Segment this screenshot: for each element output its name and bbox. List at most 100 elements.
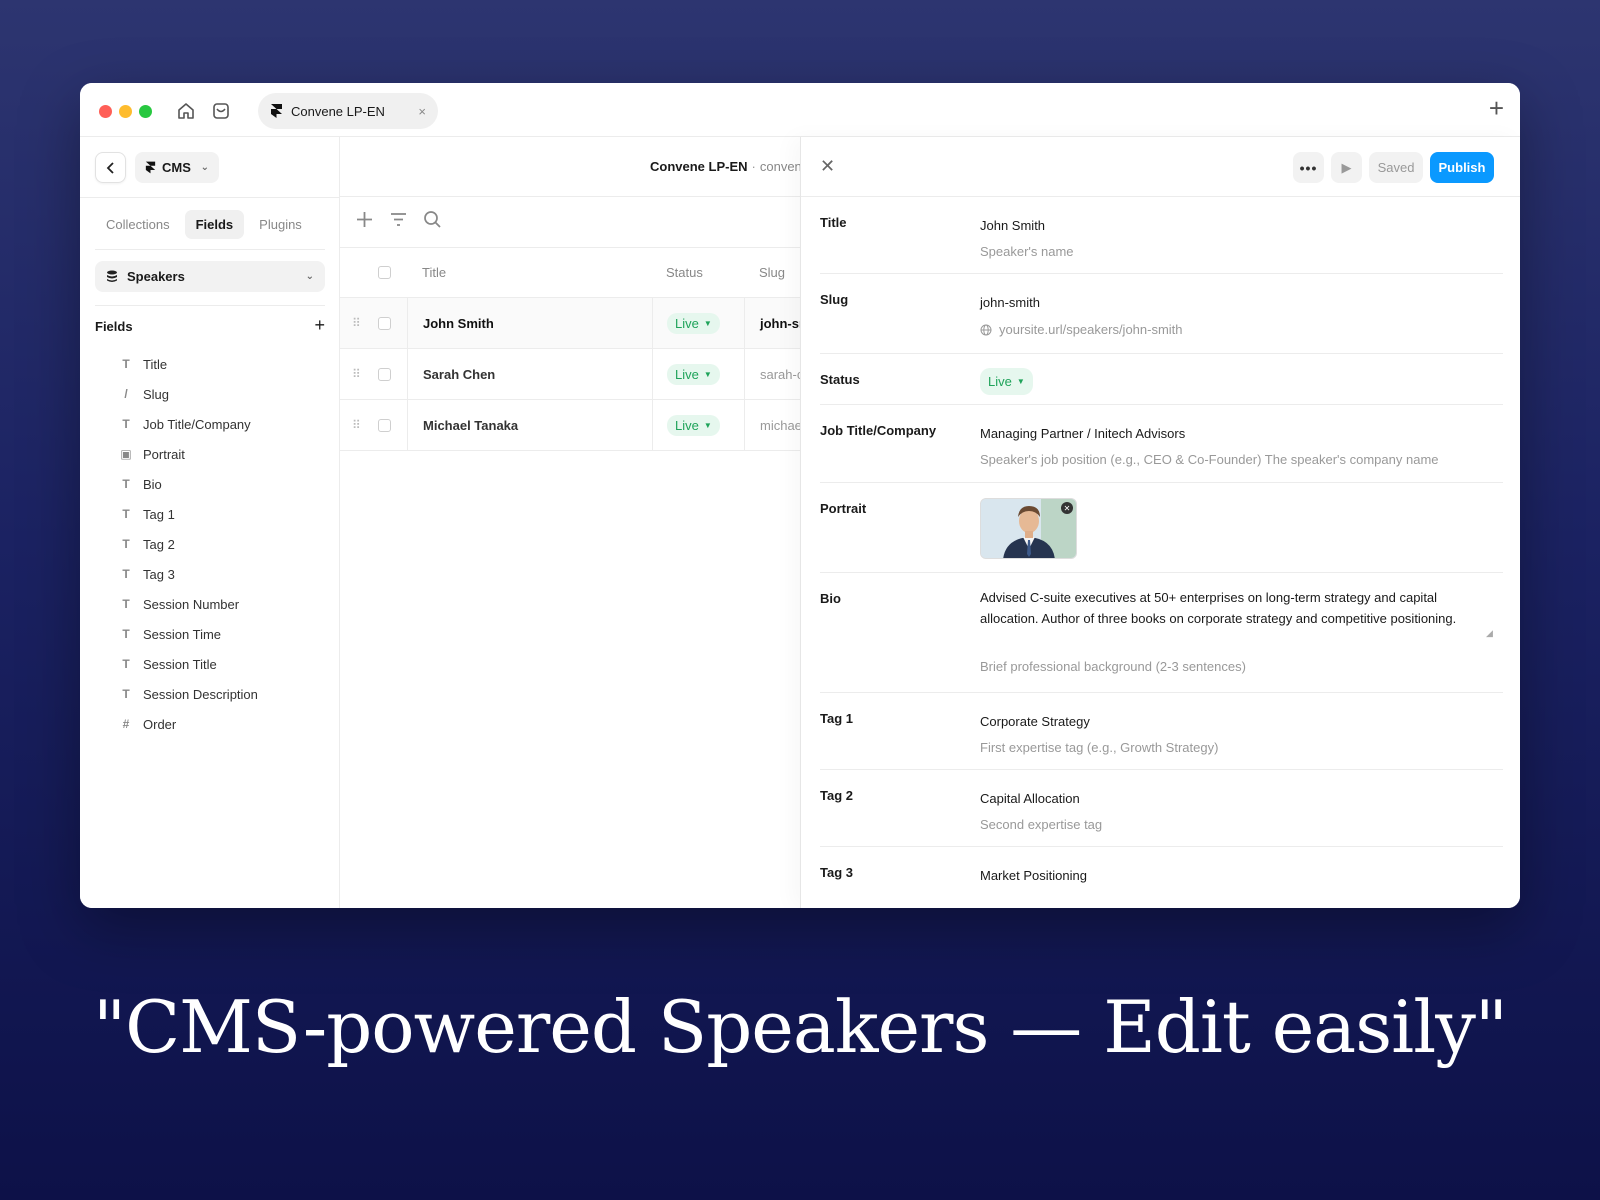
table-row[interactable]: ⠿ John Smith Live ▼ john-smith bbox=[340, 298, 800, 349]
close-window-button[interactable] bbox=[99, 105, 112, 118]
field-label: Tag 1 bbox=[820, 711, 853, 726]
zoom-window-button[interactable] bbox=[139, 105, 152, 118]
fields-header: Fields + bbox=[95, 316, 325, 334]
drag-handle-icon[interactable]: ⠿ bbox=[352, 400, 366, 450]
tag2-input[interactable]: Capital Allocation bbox=[980, 788, 1490, 809]
status-dropdown[interactable]: Live ▼ bbox=[667, 363, 720, 385]
column-status[interactable]: Status bbox=[652, 248, 744, 297]
field-row-slug: Slug john-smith yoursite.url/speakers/jo… bbox=[820, 274, 1503, 354]
field-item-order[interactable]: # Order bbox=[120, 709, 258, 739]
table-body: ⠿ John Smith Live ▼ john-smith ⠿ Sarah Chen Liv… bbox=[340, 298, 800, 451]
text-icon: T bbox=[122, 357, 130, 371]
field-item-portrait[interactable]: ▣ Portrait bbox=[120, 439, 258, 469]
drag-handle-icon[interactable]: ⠿ bbox=[352, 349, 366, 399]
breadcrumb: Convene LP-EN· convene bbox=[650, 159, 800, 174]
tag3-input[interactable]: Market Positioning bbox=[980, 865, 1490, 886]
back-button[interactable] bbox=[95, 152, 126, 183]
field-label: Tag 3 bbox=[820, 865, 853, 880]
field-item-title[interactable]: T Title bbox=[120, 349, 258, 379]
field-item-label: Job Title/Company bbox=[143, 416, 251, 432]
field-item-label: Order bbox=[143, 716, 177, 732]
divider bbox=[80, 197, 339, 198]
select-all-checkbox[interactable] bbox=[378, 248, 392, 297]
field-item-bio[interactable]: T Bio bbox=[120, 469, 258, 499]
inbox-icon[interactable] bbox=[211, 101, 231, 121]
close-editor-icon[interactable]: ✕ bbox=[820, 157, 835, 175]
new-tab-button[interactable]: + bbox=[1489, 95, 1504, 121]
item-editor-panel: ✕ ••• ▶ Saved Publish Title John Smith S… bbox=[800, 137, 1520, 908]
field-row-tag1: Tag 1 Corporate Strategy First expertise… bbox=[820, 693, 1503, 770]
slug-input[interactable]: john-smith bbox=[980, 292, 1490, 313]
preview-button[interactable]: ▶ bbox=[1331, 152, 1362, 183]
row-checkbox[interactable] bbox=[378, 349, 392, 399]
more-options-button[interactable]: ••• bbox=[1293, 152, 1324, 183]
collection-select[interactable]: Speakers ⌄ bbox=[95, 261, 325, 292]
field-hint: Second expertise tag bbox=[980, 817, 1103, 832]
promo-headline: "CMS-powered Speakers — Edit easily" bbox=[92, 985, 1508, 1069]
status-value: Live bbox=[675, 315, 699, 331]
job-input[interactable]: Managing Partner / Initech Advisors bbox=[980, 423, 1490, 444]
segment-collections[interactable]: Collections bbox=[95, 210, 181, 239]
text-icon: T bbox=[122, 477, 130, 491]
field-item-label: Bio bbox=[143, 476, 162, 492]
row-slug: sarah-chen bbox=[744, 349, 800, 399]
breadcrumb-project[interactable]: Convene LP-EN bbox=[650, 159, 748, 174]
add-item-icon[interactable] bbox=[354, 209, 375, 230]
cms-menu-button[interactable]: CMS ⌄ bbox=[135, 152, 219, 183]
drag-handle-icon[interactable]: ⠿ bbox=[352, 298, 366, 348]
saved-status-button[interactable]: Saved bbox=[1369, 152, 1423, 183]
breadcrumb-domain[interactable]: convene bbox=[760, 159, 800, 174]
column-slug[interactable]: Slug bbox=[744, 248, 800, 297]
field-item-session-time[interactable]: T Session Time bbox=[120, 619, 258, 649]
field-item-slug[interactable]: / Slug bbox=[120, 379, 258, 409]
framer-logo-icon bbox=[145, 161, 156, 174]
field-item-session-description[interactable]: T Session Description bbox=[120, 679, 258, 709]
minimize-window-button[interactable] bbox=[119, 105, 132, 118]
slug-icon: / bbox=[124, 387, 128, 401]
tag1-input[interactable]: Corporate Strategy bbox=[980, 711, 1490, 732]
publish-button[interactable]: Publish bbox=[1430, 152, 1494, 183]
resize-handle-icon[interactable]: ◢ bbox=[1486, 628, 1495, 638]
segment-fields[interactable]: Fields bbox=[184, 210, 245, 239]
field-hint: Speaker's name bbox=[980, 244, 1074, 259]
home-icon[interactable] bbox=[176, 101, 196, 121]
field-item-tag-1[interactable]: T Tag 1 bbox=[120, 499, 258, 529]
status-field: Live ▼ bbox=[980, 368, 1490, 395]
slug-url-hint: yoursite.url/speakers/john-smith bbox=[980, 322, 1183, 337]
row-checkbox[interactable] bbox=[378, 400, 392, 450]
status-dropdown[interactable]: Live ▼ bbox=[667, 312, 720, 334]
editor-fields: Title John Smith Speaker's name Slug joh… bbox=[820, 197, 1503, 907]
add-field-button[interactable]: + bbox=[314, 316, 325, 334]
status-dropdown[interactable]: Live ▼ bbox=[980, 368, 1033, 395]
row-title: Michael Tanaka bbox=[407, 400, 652, 450]
filter-icon[interactable] bbox=[388, 209, 409, 230]
tab-title: Convene LP-EN bbox=[291, 103, 385, 119]
field-row-title: Title John Smith Speaker's name bbox=[820, 197, 1503, 274]
segment-plugins[interactable]: Plugins bbox=[248, 210, 313, 239]
browser-tab[interactable]: Convene LP-EN × bbox=[258, 93, 438, 129]
field-item-label: Session Number bbox=[143, 596, 240, 612]
title-input[interactable]: John Smith bbox=[980, 215, 1490, 236]
column-title[interactable]: Title bbox=[407, 248, 652, 297]
remove-image-icon[interactable]: ✕ bbox=[1061, 502, 1073, 514]
table-row[interactable]: ⠿ Michael Tanaka Live ▼ michael-tanaka bbox=[340, 400, 800, 451]
field-item-label: Title bbox=[143, 356, 168, 372]
text-icon: T bbox=[122, 597, 130, 611]
field-item-session-number[interactable]: T Session Number bbox=[120, 589, 258, 619]
chevron-down-icon: ▼ bbox=[703, 369, 712, 379]
field-item-session-title[interactable]: T Session Title bbox=[120, 649, 258, 679]
table-row[interactable]: ⠿ Sarah Chen Live ▼ sarah-chen bbox=[340, 349, 800, 400]
row-checkbox[interactable] bbox=[378, 298, 392, 348]
tab-close-icon[interactable]: × bbox=[418, 104, 426, 119]
search-icon[interactable] bbox=[422, 209, 443, 230]
portrait-image[interactable]: ✕ bbox=[980, 498, 1077, 559]
field-row-job: Job Title/Company Managing Partner / Ini… bbox=[820, 405, 1503, 483]
text-icon: T bbox=[122, 687, 130, 701]
bio-textarea[interactable]: Advised C-suite executives at 50+ enterp… bbox=[980, 587, 1490, 629]
status-dropdown[interactable]: Live ▼ bbox=[667, 414, 720, 436]
field-item-tag-3[interactable]: T Tag 3 bbox=[120, 559, 258, 589]
database-icon bbox=[107, 270, 117, 282]
field-item-tag-2[interactable]: T Tag 2 bbox=[120, 529, 258, 559]
field-item-job-title-company[interactable]: T Job Title/Company bbox=[120, 409, 258, 439]
chevron-down-icon: ▼ bbox=[703, 318, 712, 328]
